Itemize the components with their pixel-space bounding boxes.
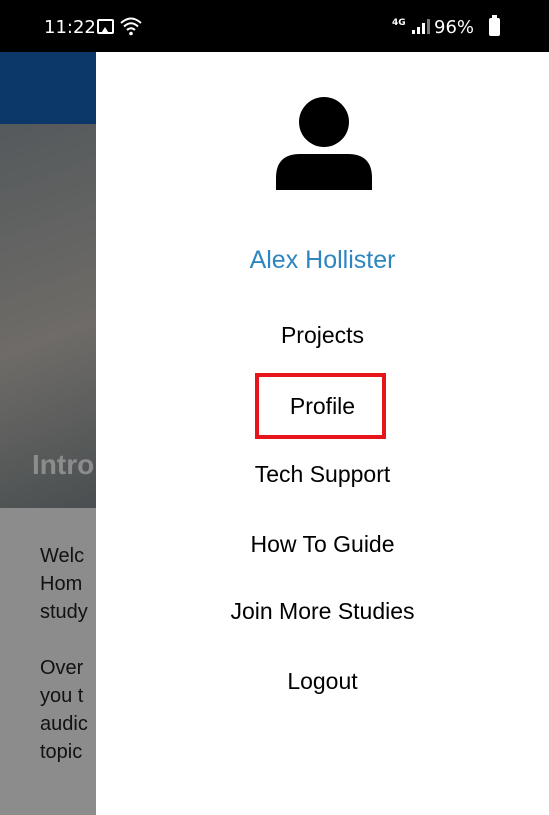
menu-item-join-more-studies[interactable]: Join More Studies xyxy=(96,598,549,625)
status-time: 11:22 xyxy=(44,17,96,38)
menu-item-tech-support[interactable]: Tech Support xyxy=(96,461,549,488)
battery-percentage: 96% xyxy=(434,17,475,38)
menu-item-projects[interactable]: Projects xyxy=(96,322,549,349)
status-bar: 11:22 4G 96% xyxy=(0,0,549,52)
gallery-icon xyxy=(97,19,114,34)
signal-icon xyxy=(412,19,430,34)
person-icon xyxy=(276,97,372,190)
user-name: Alex Hollister xyxy=(249,246,396,274)
highlight-box xyxy=(255,373,386,439)
wifi-icon xyxy=(120,17,142,36)
battery-icon xyxy=(489,15,500,36)
lte-icon: 4G xyxy=(392,18,406,28)
menu-item-logout[interactable]: Logout xyxy=(96,668,549,695)
menu-item-how-to-guide[interactable]: How To Guide xyxy=(96,531,549,558)
navigation-drawer: Alex Hollister Projects Profile Tech Sup… xyxy=(96,52,549,815)
